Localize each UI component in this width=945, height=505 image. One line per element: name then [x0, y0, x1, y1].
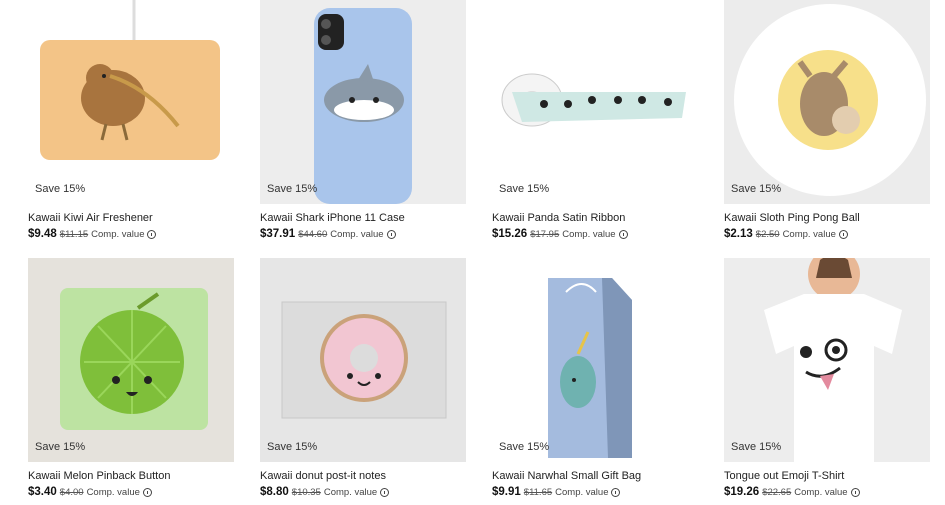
product-card[interactable]: Save 15% Kawaii Sloth Ping Pong Ball $2.…: [724, 0, 930, 240]
info-icon[interactable]: [838, 229, 848, 239]
price-row: $3.40 $4.00 Comp. value: [28, 486, 234, 498]
comp-value-label: Comp. value: [323, 486, 378, 498]
comp-value-label: Comp. value: [782, 228, 836, 240]
original-price: $11.15: [59, 228, 89, 240]
comp-value-label: Comp. value: [562, 228, 616, 240]
product-title[interactable]: Tongue out Emoji T-Shirt: [724, 470, 930, 482]
sale-price: $19.26: [724, 486, 760, 498]
product-card[interactable]: Save 15% Kawaii donut post-it notes $8.8…: [260, 258, 466, 498]
product-image-panda-ribbon[interactable]: Save 15%: [492, 0, 698, 204]
product-title[interactable]: Kawaii Sloth Ping Pong Ball: [724, 212, 930, 224]
price-row: $2.13 $2.50 Comp. value: [724, 228, 930, 240]
sale-price: $9.48: [28, 228, 57, 240]
original-price: $2.50: [755, 228, 780, 240]
product-image-narwhal-gift-bag[interactable]: Save 15%: [492, 258, 698, 462]
product-title[interactable]: Kawaii Melon Pinback Button: [28, 470, 234, 482]
product-title[interactable]: Kawaii Panda Satin Ribbon: [492, 212, 698, 224]
original-price: $22.65: [762, 486, 792, 498]
save-badge: Save 15%: [499, 183, 550, 195]
save-badge: Save 15%: [731, 441, 782, 453]
sale-price: $15.26: [492, 228, 528, 240]
product-image-sloth-ping-pong-ball[interactable]: Save 15%: [724, 0, 930, 204]
product-card[interactable]: Save 15% Tongue out Emoji T-Shirt $19.26…: [724, 258, 930, 498]
product-card[interactable]: Save 15% Kawaii Narwhal Small Gift Bag $…: [492, 258, 698, 498]
sale-price: $8.80: [260, 486, 289, 498]
original-price: $10.35: [291, 486, 321, 498]
product-card[interactable]: Save 15% Kawaii Kiwi Air Freshener $9.48…: [28, 0, 234, 240]
original-price: $4.00: [59, 486, 84, 498]
price-row: $19.26 $22.65 Comp. value: [724, 486, 930, 498]
price-row: $37.91 $44.60 Comp. value: [260, 228, 466, 240]
save-badge: Save 15%: [267, 441, 318, 453]
comp-value-label: Comp. value: [794, 486, 848, 498]
comp-value-label: Comp. value: [86, 486, 140, 498]
product-image-kiwi-air-freshener[interactable]: Save 15%: [28, 0, 234, 204]
product-title[interactable]: Kawaii donut post-it notes: [260, 470, 466, 482]
sale-price: $3.40: [28, 486, 57, 498]
info-icon[interactable]: [142, 487, 152, 497]
info-icon[interactable]: [611, 487, 621, 497]
save-badge: Save 15%: [499, 441, 550, 453]
save-badge: Save 15%: [35, 441, 86, 453]
product-title[interactable]: Kawaii Narwhal Small Gift Bag: [492, 470, 698, 482]
price-row: $15.26 $17.95 Comp. value: [492, 228, 698, 240]
original-price: $11.65: [523, 486, 553, 498]
sale-price: $37.91: [260, 228, 296, 240]
original-price: $17.95: [530, 228, 560, 240]
save-badge: Save 15%: [267, 183, 318, 195]
product-card[interactable]: Save 15% Kawaii Panda Satin Ribbon $15.2…: [492, 0, 698, 240]
product-card[interactable]: Save 15% Kawaii Shark iPhone 11 Case $37…: [260, 0, 466, 240]
product-image-donut-post-it-notes[interactable]: Save 15%: [260, 258, 466, 462]
save-badge: Save 15%: [731, 183, 782, 195]
comp-value-label: Comp. value: [91, 228, 145, 240]
product-image-shark-iphone-case[interactable]: Save 15%: [260, 0, 466, 204]
info-icon[interactable]: [850, 487, 860, 497]
price-row: $8.80 $10.35 Comp. value: [260, 486, 466, 498]
sale-price: $2.13: [724, 228, 753, 240]
info-icon[interactable]: [386, 229, 396, 239]
info-icon[interactable]: [380, 487, 390, 497]
product-title[interactable]: Kawaii Kiwi Air Freshener: [28, 212, 234, 224]
product-card[interactable]: Save 15% Kawaii Melon Pinback Button $3.…: [28, 258, 234, 498]
sale-price: $9.91: [492, 486, 521, 498]
price-row: $9.91 $11.65 Comp. value: [492, 486, 698, 498]
original-price: $44.60: [298, 228, 328, 240]
product-image-melon-pinback-button[interactable]: Save 15%: [28, 258, 234, 462]
comp-value-label: Comp. value: [555, 486, 609, 498]
comp-value-label: Comp. value: [330, 228, 384, 240]
info-icon[interactable]: [618, 229, 628, 239]
save-badge: Save 15%: [35, 183, 86, 195]
product-image-emoji-t-shirt[interactable]: Save 15%: [724, 258, 930, 462]
product-title[interactable]: Kawaii Shark iPhone 11 Case: [260, 212, 466, 224]
price-row: $9.48 $11.15 Comp. value: [28, 228, 234, 240]
info-icon[interactable]: [147, 229, 157, 239]
